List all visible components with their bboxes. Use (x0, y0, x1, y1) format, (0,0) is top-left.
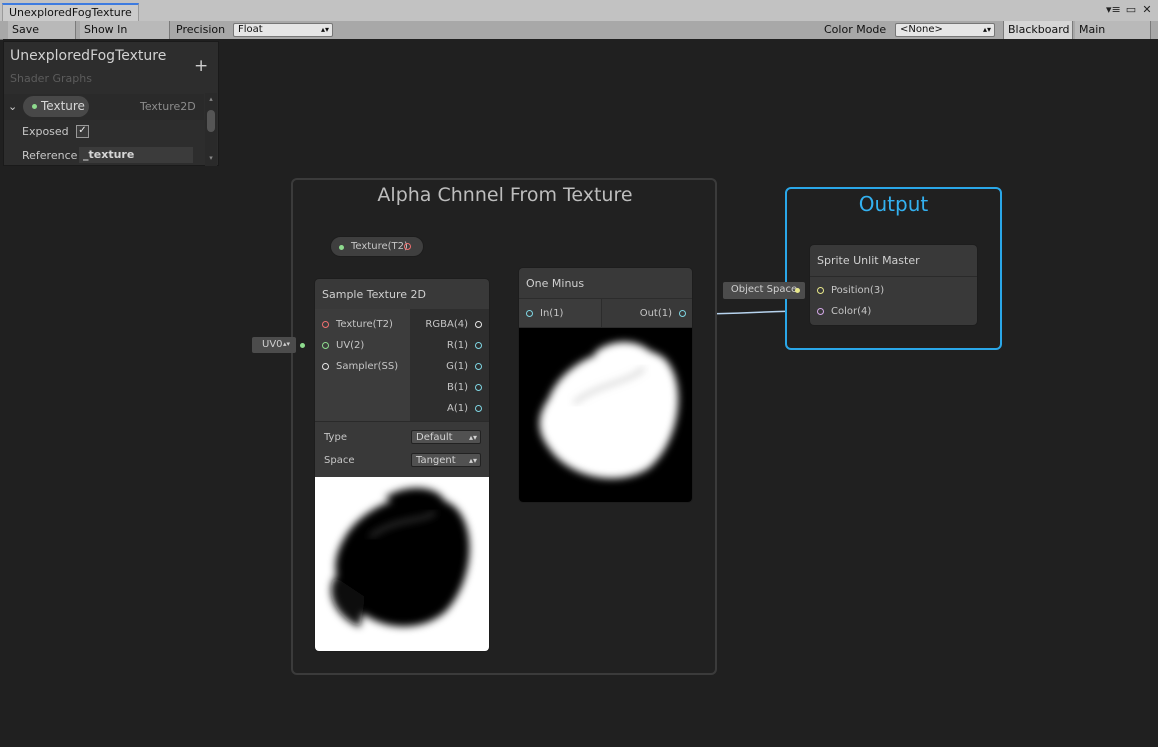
group-title[interactable]: Alpha Chnnel From Texture (293, 184, 717, 206)
property-pill[interactable]: Texture (23, 96, 89, 117)
space-dropdown[interactable]: Tangent ▴▾ (411, 453, 481, 467)
color-in-port[interactable] (817, 308, 824, 315)
reference-label: Reference (22, 149, 78, 162)
type-value: Default (416, 432, 453, 443)
a-out-port[interactable] (475, 405, 482, 412)
blackboard-title: UnexploredFogTexture (10, 48, 167, 64)
space-label: Space (324, 455, 355, 466)
type-dropdown[interactable]: Default ▴▾ (411, 430, 481, 444)
node-title: One Minus (526, 277, 585, 290)
dropdown-arrow-icon: ▴▾ (282, 340, 290, 348)
input-label: UV(2) (336, 340, 365, 351)
uv-in-port[interactable] (322, 342, 329, 349)
space-value: Tangent (416, 455, 456, 466)
node-title: Sprite Unlit Master (817, 254, 920, 267)
blackboard-subtitle: Shader Graphs (10, 72, 92, 85)
exposed-checkbox[interactable]: ✓ (76, 125, 89, 138)
uv-channel-dropdown[interactable]: UV0 ▴▾ (252, 337, 296, 353)
r-out-port[interactable] (475, 342, 482, 349)
one-minus-node[interactable]: One Minus In(1) Out(1) (519, 268, 692, 502)
output-label: G(1) (446, 361, 468, 372)
dropdown-arrow-icon: ▴▾ (468, 456, 477, 465)
output-label: RGBA(4) (425, 319, 468, 330)
texture-in-port[interactable] (322, 321, 329, 328)
node-title: Sample Texture 2D (322, 288, 426, 301)
exposed-label: Exposed (22, 125, 69, 138)
in-port[interactable] (526, 310, 533, 317)
input-label: Sampler(SS) (336, 361, 399, 372)
object-space-chip[interactable]: Object Space (723, 282, 805, 299)
output-label: B(1) (446, 382, 468, 393)
input-label: Position(3) (831, 285, 885, 296)
blackboard-scrollbar[interactable]: ▴ ▾ (205, 93, 217, 166)
dropdown-arrow-icon: ▴▾ (468, 433, 477, 442)
input-label: In(1) (540, 308, 564, 319)
property-out-port[interactable] (404, 243, 411, 250)
property-row: ⌄ Texture Texture2D (4, 94, 204, 120)
texture-type-dot-icon (32, 104, 37, 109)
blackboard-panel: UnexploredFogTexture Shader Graphs + ⌄ T… (3, 41, 219, 166)
input-label: Color(4) (831, 306, 872, 317)
position-in-port[interactable] (817, 287, 824, 294)
rgba-out-port[interactable] (475, 321, 482, 328)
sample-texture-2d-node[interactable]: Sample Texture 2D Texture(T2) UV(2) Samp… (315, 279, 489, 651)
add-property-icon[interactable]: + (194, 56, 208, 76)
uv-channel-value: UV0 (262, 339, 283, 350)
scroll-up-icon[interactable]: ▴ (206, 95, 216, 103)
one-minus-preview-image (519, 328, 692, 502)
scroll-down-icon[interactable]: ▾ (206, 154, 216, 162)
reference-input[interactable]: _texture (79, 147, 193, 163)
output-group-title[interactable]: Output (787, 192, 1000, 216)
b-out-port[interactable] (475, 384, 482, 391)
property-dot-icon (339, 245, 344, 250)
sprite-unlit-master-node[interactable]: Sprite Unlit Master Position(3) Color(4) (810, 245, 977, 325)
g-out-port[interactable] (475, 363, 482, 370)
type-label: Type (324, 432, 347, 443)
sample-preview-image (315, 477, 489, 651)
sampler-in-port[interactable] (322, 363, 329, 370)
output-label: Out(1) (639, 308, 672, 319)
chevron-down-icon[interactable]: ⌄ (8, 100, 17, 113)
property-type: Texture2D (140, 100, 196, 113)
uv-chip-port (300, 343, 305, 348)
output-label: R(1) (446, 340, 468, 351)
divider (810, 276, 977, 277)
scrollbar-thumb[interactable] (207, 110, 215, 132)
out-port[interactable] (679, 310, 686, 317)
object-space-port (795, 288, 800, 293)
property-name: Texture (41, 99, 85, 113)
property-node-label: Texture(T2) (351, 241, 408, 252)
input-label: Texture(T2) (336, 319, 393, 330)
texture-property-node[interactable]: Texture(T2) (330, 236, 424, 257)
output-label: A(1) (446, 403, 468, 414)
